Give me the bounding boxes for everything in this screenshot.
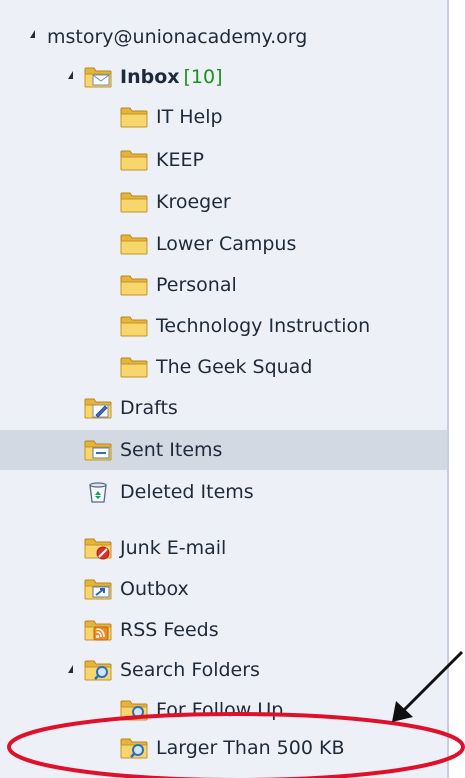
recycle-bin-icon bbox=[89, 482, 107, 503]
folder-icon bbox=[120, 231, 148, 257]
folder-icon bbox=[120, 104, 148, 130]
folder-label: Personal bbox=[156, 273, 237, 296]
folder-personal[interactable]: Personal bbox=[0, 265, 447, 305]
folder-the-geek-squad[interactable]: The Geek Squad bbox=[0, 347, 447, 387]
folder-icon bbox=[120, 189, 148, 215]
folder-it-help[interactable]: IT Help bbox=[0, 97, 447, 137]
junk-email-folder[interactable]: Junk E-mail bbox=[0, 528, 447, 568]
folder-icon bbox=[120, 354, 148, 380]
outbox-icon bbox=[84, 576, 112, 602]
folder-label: Technology Instruction bbox=[156, 314, 371, 337]
inbox-label: Inbox bbox=[120, 65, 180, 88]
folder-label: Deleted Items bbox=[120, 480, 254, 503]
folder-label: Kroeger bbox=[156, 190, 231, 213]
folder-label: Search Folders bbox=[120, 658, 260, 681]
sent-items-folder[interactable]: Sent Items bbox=[0, 430, 447, 470]
outbox-folder[interactable]: Outbox bbox=[0, 569, 447, 609]
account-label: mstory@unionacademy.org bbox=[47, 25, 308, 48]
folder-label: The Geek Squad bbox=[156, 355, 313, 378]
search-folder-icon bbox=[120, 735, 148, 761]
inbox-icon bbox=[84, 64, 112, 90]
folder-keep[interactable]: KEEP bbox=[0, 140, 447, 180]
sent-items-icon bbox=[84, 437, 112, 463]
folder-label: Sent Items bbox=[120, 438, 223, 461]
account-node[interactable]: mstory@unionacademy.org bbox=[0, 17, 447, 57]
rss-feeds-folder[interactable]: RSS Feeds bbox=[0, 610, 447, 650]
junk-email-icon bbox=[84, 535, 112, 560]
search-folder-for-follow-up[interactable]: For Follow Up bbox=[0, 690, 447, 730]
folder-pane: mstory@unionacademy.org Inbox [10] IT He… bbox=[0, 0, 449, 778]
drafts-folder[interactable]: Drafts bbox=[0, 388, 447, 428]
folder-icon bbox=[120, 272, 148, 298]
search-folder-icon bbox=[120, 697, 148, 723]
search-folders-node[interactable]: Search Folders bbox=[0, 650, 447, 690]
folder-label: RSS Feeds bbox=[120, 618, 219, 641]
rss-feed-icon bbox=[84, 617, 112, 641]
folder-icon bbox=[120, 313, 148, 339]
folder-label: Outbox bbox=[120, 577, 189, 600]
folder-label: Larger Than 500 KB bbox=[156, 736, 345, 759]
deleted-items-folder[interactable]: Deleted Items bbox=[0, 472, 447, 512]
folder-label: KEEP bbox=[156, 148, 204, 171]
drafts-icon bbox=[84, 395, 112, 421]
folder-label: For Follow Up bbox=[156, 698, 284, 721]
folder-technology-instruction[interactable]: Technology Instruction bbox=[0, 306, 447, 346]
folder-label: Lower Campus bbox=[156, 232, 297, 255]
folder-lower-campus[interactable]: Lower Campus bbox=[0, 224, 447, 264]
folder-kroeger[interactable]: Kroeger bbox=[0, 182, 447, 222]
search-folder-larger-than-500kb[interactable]: Larger Than 500 KB bbox=[0, 728, 447, 768]
unread-count-badge: [10] bbox=[183, 66, 223, 88]
folder-label: IT Help bbox=[156, 105, 223, 128]
folder-label: Drafts bbox=[120, 396, 178, 419]
folder-label: Junk E-mail bbox=[120, 536, 227, 559]
search-folder-icon bbox=[84, 657, 112, 683]
folder-icon bbox=[120, 147, 148, 173]
inbox-folder[interactable]: Inbox [10] bbox=[0, 57, 447, 97]
